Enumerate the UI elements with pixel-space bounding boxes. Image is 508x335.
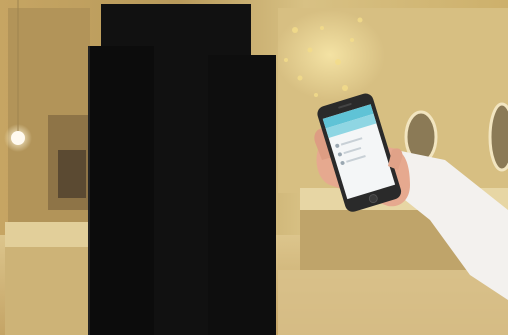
photo bbox=[0, 0, 508, 335]
column-right-fin bbox=[208, 55, 276, 335]
column-left-fin bbox=[88, 46, 154, 335]
round-mirror-icon bbox=[488, 102, 508, 172]
left-cabinet bbox=[5, 247, 93, 335]
left-counter bbox=[5, 222, 93, 247]
bokeh-cluster bbox=[275, 10, 385, 100]
scene bbox=[0, 0, 508, 335]
ceiling-light-bokeh-icon bbox=[11, 131, 25, 145]
left-dark-panel bbox=[58, 150, 86, 198]
right-floor-reflection bbox=[278, 270, 508, 335]
